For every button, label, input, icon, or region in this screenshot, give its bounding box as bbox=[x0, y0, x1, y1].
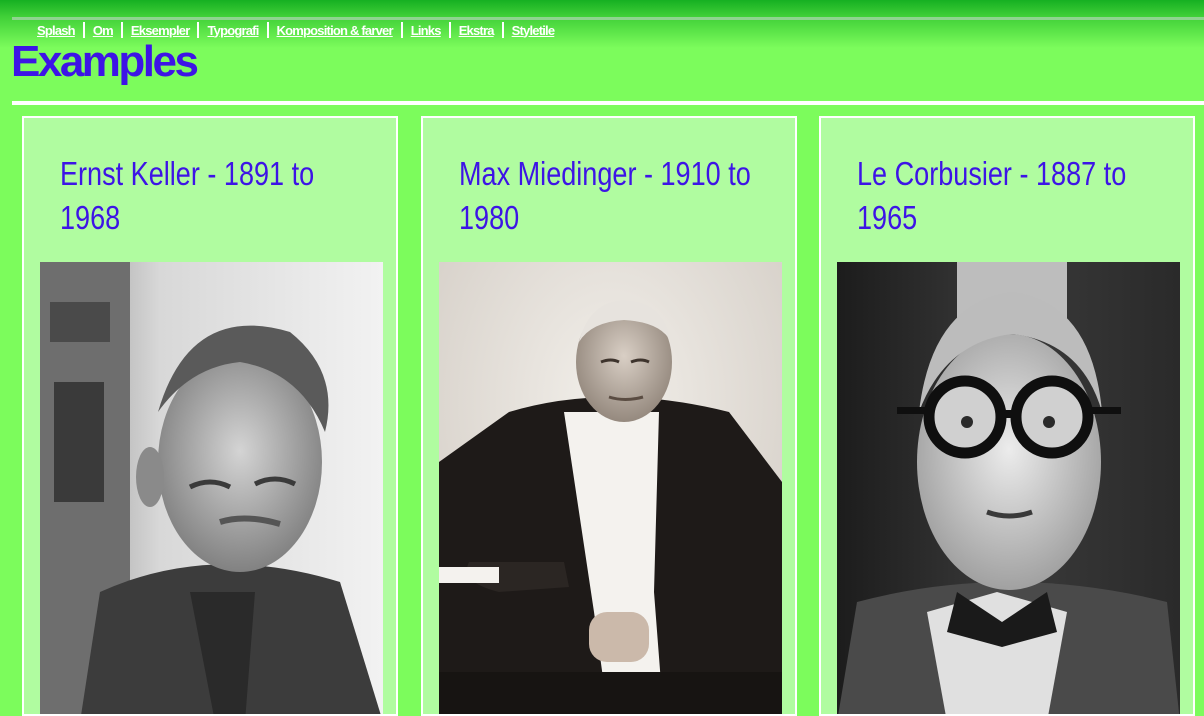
nav-separator bbox=[197, 22, 200, 38]
example-card-ernst-keller: Ernst Keller - 1891 to 1968 bbox=[22, 116, 398, 716]
nav-link-typografi[interactable]: Typografi bbox=[207, 23, 259, 38]
card-heading: Le Corbusier - 1887 to 1965 bbox=[857, 152, 1126, 240]
portrait-le-corbusier bbox=[837, 262, 1180, 714]
card-heading-line: 1968 bbox=[60, 199, 121, 236]
nav-link-links[interactable]: Links bbox=[411, 23, 442, 38]
card-heading-line: 1980 bbox=[459, 199, 520, 236]
card-heading-line: Le Corbusier - 1887 to bbox=[857, 155, 1127, 192]
nav-link-styletile[interactable]: Styletile bbox=[512, 23, 555, 38]
nav-separator bbox=[501, 22, 504, 38]
card-heading: Max Miedinger - 1910 to 1980 bbox=[459, 152, 751, 240]
nav-link-komposition[interactable]: Komposition & farver bbox=[277, 23, 394, 38]
title-divider bbox=[12, 101, 1204, 105]
nav-separator bbox=[400, 22, 403, 38]
nav-separator bbox=[448, 22, 451, 38]
card-heading-line: 1965 bbox=[857, 199, 918, 236]
portrait-max-miedinger bbox=[439, 262, 782, 714]
nav-separator bbox=[266, 22, 269, 38]
card-heading-line: Ernst Keller - 1891 to bbox=[60, 155, 315, 192]
card-heading: Ernst Keller - 1891 to 1968 bbox=[60, 152, 314, 240]
portrait-ernst-keller bbox=[40, 262, 383, 714]
example-card-max-miedinger: Max Miedinger - 1910 to 1980 bbox=[421, 116, 797, 716]
page-title: Examples bbox=[11, 37, 199, 86]
example-card-le-corbusier: Le Corbusier - 1887 to 1965 bbox=[819, 116, 1195, 716]
nav-link-ekstra[interactable]: Ekstra bbox=[459, 23, 495, 38]
card-heading-line: Max Miedinger - 1910 to bbox=[459, 155, 751, 192]
